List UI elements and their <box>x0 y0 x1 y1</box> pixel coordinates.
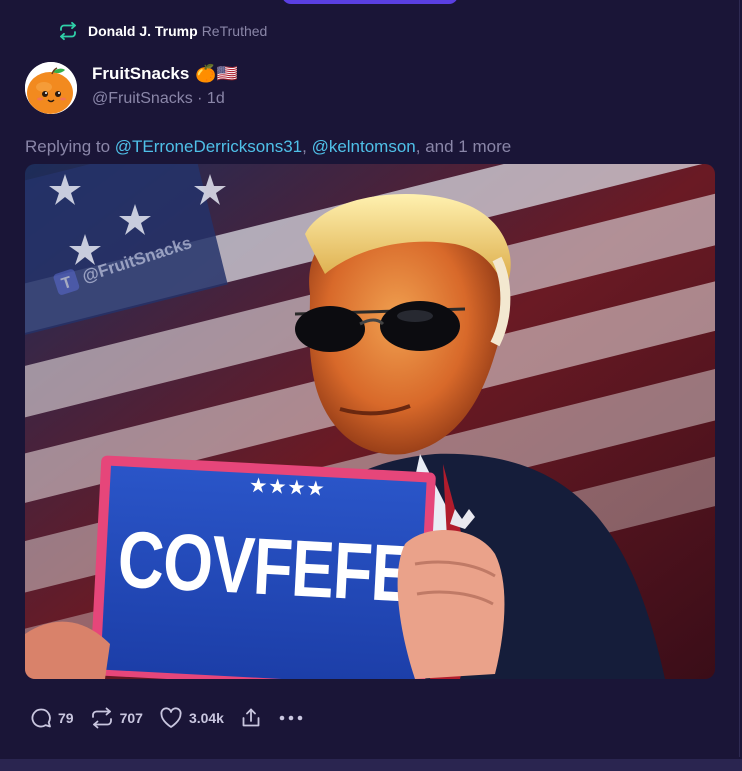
share-button[interactable] <box>240 707 262 729</box>
retruth-count: 707 <box>119 710 143 726</box>
display-name: FruitSnacks <box>92 64 190 83</box>
heart-icon <box>159 707 183 729</box>
sign-text: COVFEFE <box>116 515 416 620</box>
avatar[interactable] <box>25 62 77 114</box>
reply-separator: , <box>302 137 312 156</box>
reply-count: 79 <box>58 710 74 726</box>
reply-suffix[interactable]: , and 1 more <box>416 137 511 156</box>
svg-text:★★★★: ★★★★ <box>250 475 327 499</box>
mention-link[interactable]: @kelntomson <box>312 137 416 156</box>
reply-button[interactable]: 79 <box>30 707 74 729</box>
post-page: Donald J. Trump ReTruthed FruitSnacks 🍊🇺… <box>0 0 742 771</box>
post-actions: 79 707 3.04k <box>30 705 320 731</box>
more-options-button[interactable] <box>278 707 304 729</box>
retruth-banner[interactable]: Donald J. Trump ReTruthed <box>58 20 267 42</box>
retruth-icon <box>58 21 78 41</box>
retruth-button[interactable]: 707 <box>90 707 143 729</box>
mention-link[interactable]: @TErroneDerricksons31 <box>115 137 302 156</box>
author-name[interactable]: FruitSnacks 🍊🇺🇸 <box>92 64 238 84</box>
reply-context: Replying to @TErroneDerricksons31, @keln… <box>25 137 511 157</box>
reply-icon <box>30 707 52 729</box>
post-image[interactable]: T @FruitSnacks ★★★★ COVFEFE <box>25 164 715 679</box>
author-handle-time[interactable]: @FruitSnacks · 1d <box>92 90 225 108</box>
retruth-label: ReTruthed <box>201 23 268 39</box>
post-divider <box>0 759 742 771</box>
retruth-author-name[interactable]: Donald J. Trump <box>88 23 198 39</box>
reply-prefix: Replying to <box>25 137 115 156</box>
retruth-icon <box>90 707 114 729</box>
share-icon <box>240 707 262 729</box>
name-emoji: 🍊🇺🇸 <box>195 64 238 83</box>
divider <box>739 0 740 757</box>
like-count: 3.04k <box>188 710 224 726</box>
like-button[interactable]: 3.04k <box>159 707 224 729</box>
more-icon <box>278 707 304 729</box>
top-nav-pill[interactable] <box>282 0 458 4</box>
